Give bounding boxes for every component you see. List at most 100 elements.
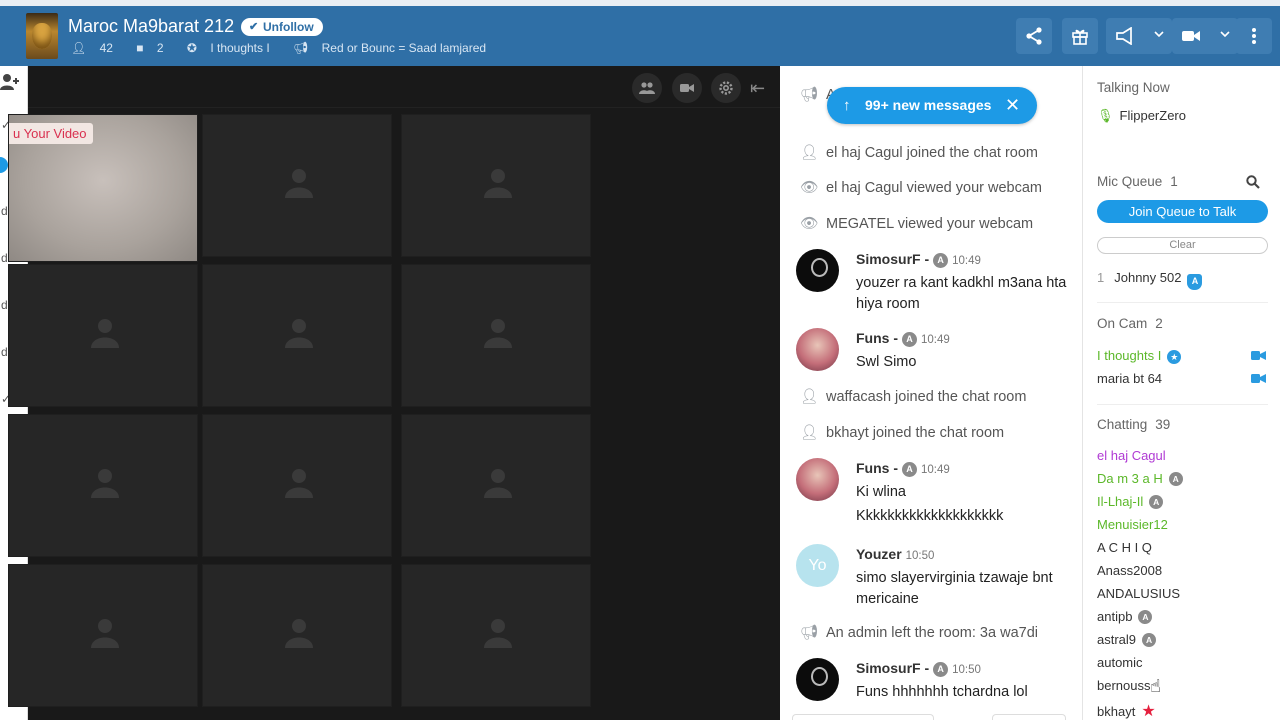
video-icon[interactable]: [1251, 373, 1266, 384]
eye-icon: 👁︎: [800, 216, 819, 232]
chatting-user[interactable]: Da m 3 a HA: [1097, 471, 1183, 486]
video-tile[interactable]: [401, 264, 591, 407]
hand-cursor-icon: ☝︎: [1150, 676, 1161, 696]
person-placeholder-icon: [285, 169, 313, 198]
chat-input-edge[interactable]: [792, 714, 934, 720]
more-button[interactable]: [1236, 18, 1272, 54]
group-button[interactable]: [632, 73, 662, 103]
room-announcement: 📢︎ Red or Bounc = Saad lamjared: [293, 41, 487, 55]
room-avatar: [26, 13, 58, 59]
new-messages-label: 99+ new messages: [865, 97, 992, 113]
close-icon[interactable]: ✕: [1005, 87, 1020, 124]
mic-queue-label: Mic Queue 1: [1097, 174, 1178, 189]
avatar[interactable]: [796, 328, 839, 371]
message-time: 10:49: [921, 464, 950, 476]
video-tile[interactable]: [202, 114, 392, 257]
heart-broken-icon: ✔: [249, 21, 259, 33]
avatar[interactable]: Yo: [796, 544, 839, 587]
admin-badge: A: [902, 332, 917, 347]
camera-toggle-button[interactable]: [672, 73, 702, 103]
queue-item[interactable]: 1 Johnny 502 A: [1097, 270, 1203, 290]
red-star-icon: ★: [1141, 703, 1156, 720]
person-placeholder-icon: [285, 469, 313, 498]
broadcast-dropdown[interactable]: [1106, 18, 1172, 54]
arrow-up-icon: ↑: [843, 97, 851, 114]
message-text: Funs hhhhhhh tchardna lol: [856, 684, 1028, 700]
video-tile[interactable]: [202, 414, 392, 557]
user-icon: 👤︎: [71, 41, 87, 55]
video-tile[interactable]: [202, 264, 392, 407]
person-icon: 👤︎: [800, 145, 819, 161]
gift-button[interactable]: [1062, 18, 1098, 54]
chatting-user[interactable]: Il-Lhaj-Il A: [1097, 494, 1164, 509]
video-tile[interactable]: [8, 264, 198, 407]
on-cam-user[interactable]: maria bt 64: [1097, 371, 1162, 386]
avatar[interactable]: [796, 658, 839, 701]
message-time: 10:49: [952, 255, 981, 267]
gear-icon: [719, 81, 733, 95]
new-messages-button[interactable]: ↑ 99+ new messages ✕: [827, 87, 1037, 124]
person-placeholder-icon: [484, 619, 512, 648]
share-icon: [1026, 27, 1042, 45]
chatting-user[interactable]: Anass2008: [1097, 563, 1162, 578]
unfollow-button[interactable]: ✔ Unfollow: [241, 18, 323, 36]
divider: [1097, 302, 1268, 303]
add-user-icon[interactable]: [0, 73, 20, 91]
admin-badge: A: [1138, 610, 1153, 624]
on-cam-user[interactable]: I thoughts I ★: [1097, 348, 1182, 364]
chat-message: Funs - A 10:49 Swl Simo: [796, 328, 1076, 378]
chatting-user[interactable]: bernouss: [1097, 678, 1150, 693]
message-author[interactable]: SimosurF - A 10:50: [856, 660, 981, 677]
message-author[interactable]: SimosurF - A 10:49: [856, 251, 981, 268]
chatting-user[interactable]: ANDALUSIUS: [1097, 586, 1180, 601]
cams-count: ■ 2: [136, 41, 164, 55]
divider: [1097, 404, 1268, 405]
video-tile[interactable]: [8, 564, 198, 707]
camera-dropdown[interactable]: [1172, 18, 1238, 54]
chatting-user[interactable]: antipb A: [1097, 609, 1153, 624]
share-button[interactable]: [1016, 18, 1052, 54]
send-button-edge[interactable]: [992, 714, 1066, 720]
video-tile[interactable]: [8, 414, 198, 557]
eye-icon: 👁︎: [800, 180, 819, 196]
camera-icon: [1182, 31, 1200, 41]
shield-badge-icon: A: [1187, 274, 1203, 290]
message-author[interactable]: Funs - A 10:49: [856, 330, 950, 347]
collapse-panel-icon[interactable]: ⇤: [750, 78, 772, 98]
settings-button[interactable]: [711, 73, 741, 103]
avatar[interactable]: [796, 458, 839, 501]
avatar[interactable]: [796, 249, 839, 292]
video-tile[interactable]: [202, 564, 392, 707]
chatting-user[interactable]: automic: [1097, 655, 1143, 670]
message-text: Swl Simo: [856, 354, 917, 370]
chat-message: SimosurF - A 10:50 Funs hhhhhhh tchardna l…: [796, 658, 1076, 708]
chatting-user[interactable]: bkhayt ★: [1097, 701, 1156, 720]
person-icon: 👤︎: [800, 389, 819, 405]
self-video-tile[interactable]: u Your Video: [8, 114, 198, 262]
system-message: 👤︎ el haj Cagul joined the chat room: [800, 145, 1038, 161]
message-author[interactable]: Funs - A 10:49: [856, 460, 950, 477]
video-tile[interactable]: [401, 564, 591, 707]
video-tile[interactable]: [401, 114, 591, 257]
talking-user[interactable]: 🎙︎ FlipperZero: [1097, 108, 1186, 124]
person-icon: 👤︎: [800, 425, 819, 441]
rail-add-icon[interactable]: [0, 157, 8, 173]
system-message: 👤︎ bkhayt joined the chat room: [800, 425, 1005, 441]
search-icon[interactable]: [1246, 175, 1260, 189]
message-author[interactable]: Youzer 10:50: [856, 546, 934, 562]
join-queue-button[interactable]: Join Queue to Talk: [1097, 200, 1268, 223]
star-badge-icon: ✪: [186, 41, 197, 55]
group-icon: [639, 82, 655, 94]
chevron-down-icon: [1154, 31, 1164, 38]
room-meta: 👤︎ 42 ■ 2 ✪ I thoughts I 📢︎ Red or Bounc…: [71, 41, 506, 55]
chatting-user[interactable]: Menuisier12: [1097, 517, 1168, 532]
person-placeholder-icon: [91, 469, 119, 498]
video-tile[interactable]: [401, 414, 591, 557]
person-placeholder-icon: [91, 319, 119, 348]
video-icon: ■: [136, 41, 144, 55]
chatting-user[interactable]: A C H I Q: [1097, 540, 1152, 555]
chatting-user[interactable]: el haj Cagul: [1097, 448, 1166, 463]
clear-queue-button[interactable]: Clear: [1097, 237, 1268, 254]
video-icon[interactable]: [1251, 350, 1266, 361]
chatting-user[interactable]: astral9 A: [1097, 632, 1157, 647]
